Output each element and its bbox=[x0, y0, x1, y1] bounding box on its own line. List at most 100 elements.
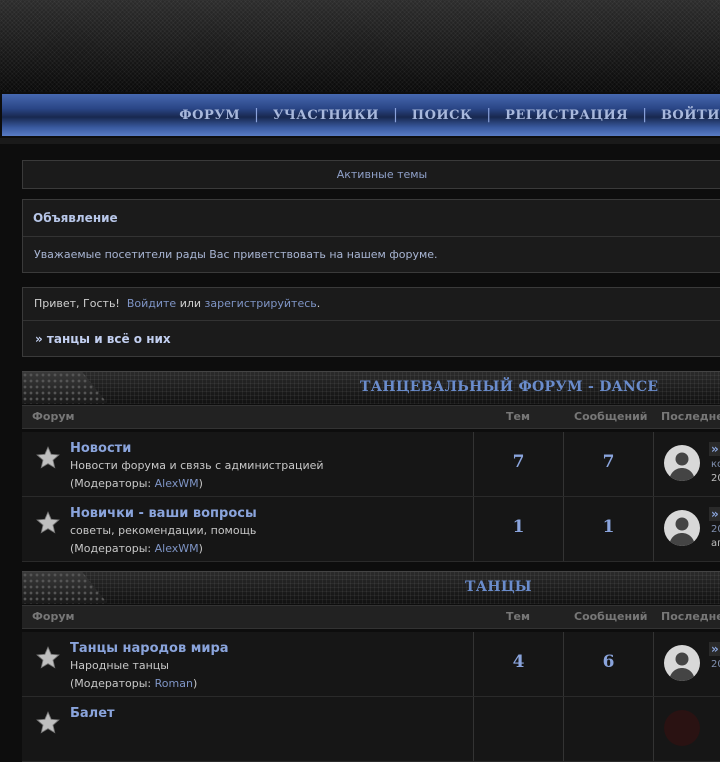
topics-count-cell bbox=[474, 697, 564, 761]
nav-register[interactable]: РЕГИСТРАЦИЯ bbox=[491, 108, 642, 123]
star-icon bbox=[36, 446, 60, 469]
forum-row: Танцы народов мира Народные танцы (Модер… bbox=[22, 632, 720, 697]
divider bbox=[23, 236, 720, 237]
breadcrumb[interactable]: » танцы и всё о них bbox=[35, 332, 171, 346]
col-topics: Тем bbox=[506, 410, 530, 423]
announcement-title: Объявление bbox=[33, 211, 118, 225]
star-icon bbox=[36, 646, 60, 669]
nav-forum[interactable]: ФОРУМ bbox=[165, 108, 254, 123]
forum-title[interactable]: Балет bbox=[70, 706, 115, 721]
forum-description: Народные танцы bbox=[70, 659, 169, 672]
col-topics: Тем bbox=[506, 610, 530, 623]
posts-count: 6 bbox=[602, 652, 615, 672]
announcement-text: Уважаемые посетители рады Вас приветство… bbox=[34, 248, 438, 261]
topics-count: 1 bbox=[512, 517, 525, 537]
active-topics-link[interactable]: Активные темы bbox=[337, 168, 428, 181]
star-icon bbox=[36, 711, 60, 734]
avatar[interactable] bbox=[664, 445, 700, 481]
announcement-box: Объявление Уважаемые посетители рады Вас… bbox=[22, 199, 720, 273]
moderators-close: ) bbox=[198, 542, 203, 555]
forum-info: Балет bbox=[22, 697, 474, 761]
posts-count: 1 bbox=[602, 517, 615, 537]
moderators-label: (Модераторы: bbox=[70, 542, 155, 555]
greeting-box: Привет, Гость! Войдите или зарегистрируй… bbox=[22, 287, 720, 357]
category-header: ТАНЦЫ bbox=[22, 571, 720, 604]
posts-count-cell: 1 bbox=[564, 497, 654, 561]
forum-row: Новички - ваши вопросы советы, рекоменда… bbox=[22, 497, 720, 562]
posts-count-cell bbox=[564, 697, 654, 761]
column-headers: Форум Тем Сообщений Последнее bbox=[22, 405, 720, 429]
last-post-link[interactable]: » bbox=[709, 442, 720, 456]
last-post-date: 20 bbox=[711, 524, 720, 535]
col-forum: Форум bbox=[32, 610, 75, 623]
last-post-date: 20 bbox=[711, 659, 720, 670]
forum-info: Танцы народов мира Народные танцы (Модер… bbox=[22, 632, 474, 696]
moderator-link[interactable]: AlexWM bbox=[155, 477, 199, 490]
user-silhouette-icon bbox=[669, 452, 695, 481]
col-last: Последнее bbox=[661, 410, 720, 423]
avatar[interactable] bbox=[664, 510, 700, 546]
topics-count-cell: 7 bbox=[474, 432, 564, 496]
user-silhouette-icon bbox=[669, 652, 695, 681]
topics-count: 4 bbox=[512, 652, 525, 672]
last-post-author[interactable]: ап bbox=[711, 538, 720, 549]
col-forum: Форум bbox=[32, 410, 75, 423]
posts-count-cell: 7 bbox=[564, 432, 654, 496]
forum-description: Новости форума и связь с администрацией bbox=[70, 459, 324, 472]
col-posts: Сообщений bbox=[574, 610, 648, 623]
greeting-prefix: Привет, Гость! bbox=[34, 297, 120, 310]
moderators-close: ) bbox=[192, 677, 198, 690]
greeting-or: или bbox=[179, 297, 202, 310]
forum-row: Балет bbox=[22, 697, 720, 762]
moderators-label: (Модераторы: bbox=[70, 677, 155, 690]
category-title[interactable]: ТАНЦЕВАЛЬНЫЙ ФОРУМ - DANCE bbox=[360, 379, 658, 395]
moderator-link[interactable]: AlexWM bbox=[155, 542, 199, 555]
last-post-cell: » 20 bbox=[654, 632, 720, 696]
last-post-link[interactable]: » bbox=[709, 642, 720, 656]
hex-pattern-decoration bbox=[22, 372, 108, 404]
greeting-text: Привет, Гость! Войдите или зарегистрируй… bbox=[34, 297, 320, 310]
moderator-link[interactable]: Roman bbox=[155, 677, 193, 690]
topics-count: 7 bbox=[512, 452, 525, 472]
forum-moderators: (Модераторы: Roman) bbox=[70, 677, 197, 690]
topics-count-cell: 1 bbox=[474, 497, 564, 561]
site-header-banner bbox=[0, 0, 720, 92]
active-topics-bar: Активные темы bbox=[22, 160, 720, 189]
avatar[interactable] bbox=[664, 710, 700, 746]
forum-info: Новички - ваши вопросы советы, рекоменда… bbox=[22, 497, 474, 561]
star-icon bbox=[36, 511, 60, 534]
posts-count: 7 bbox=[602, 452, 615, 472]
forum-title[interactable]: Танцы народов мира bbox=[70, 641, 229, 656]
topics-count-cell: 4 bbox=[474, 632, 564, 696]
main-navigation: ФОРУМ | УЧАСТНИКИ | ПОИСК | РЕГИСТРАЦИЯ … bbox=[2, 94, 720, 136]
last-post-cell: » ко 20 bbox=[654, 432, 720, 496]
avatar[interactable] bbox=[664, 645, 700, 681]
forum-description: советы, рекомендации, помощь bbox=[70, 524, 257, 537]
nav-search[interactable]: ПОИСК bbox=[398, 108, 487, 123]
register-link[interactable]: зарегистрируйтесь bbox=[205, 297, 317, 310]
last-post-cell bbox=[654, 697, 720, 761]
nav-members[interactable]: УЧАСТНИКИ bbox=[259, 108, 393, 123]
login-link[interactable]: Войдите bbox=[127, 297, 176, 310]
hex-pattern-decoration bbox=[22, 572, 108, 604]
divider bbox=[23, 320, 720, 321]
forum-title[interactable]: Новички - ваши вопросы bbox=[70, 506, 257, 521]
last-post-link[interactable]: » bbox=[709, 507, 720, 521]
forum-moderators: (Модераторы: AlexWM) bbox=[70, 542, 203, 555]
posts-count-cell: 6 bbox=[564, 632, 654, 696]
category-title[interactable]: ТАНЦЫ bbox=[465, 579, 532, 595]
nav-login[interactable]: ВОЙТИ bbox=[647, 108, 720, 123]
last-post-cell: » 20 ап bbox=[654, 497, 720, 561]
last-post-author[interactable]: ко bbox=[711, 459, 720, 470]
forum-moderators: (Модераторы: AlexWM) bbox=[70, 477, 203, 490]
forum-row: Новости Новости форума и связь с админис… bbox=[22, 432, 720, 497]
forum-title[interactable]: Новости bbox=[70, 441, 131, 456]
col-posts: Сообщений bbox=[574, 410, 648, 423]
moderators-close: ) bbox=[198, 477, 203, 490]
column-headers: Форум Тем Сообщений Последнее bbox=[22, 605, 720, 629]
forum-info: Новости Новости форума и связь с админис… bbox=[22, 432, 474, 496]
greeting-period: . bbox=[316, 297, 321, 310]
user-silhouette-icon bbox=[669, 517, 695, 546]
last-post-date: 20 bbox=[711, 473, 720, 484]
category-header: ТАНЦЕВАЛЬНЫЙ ФОРУМ - DANCE bbox=[22, 371, 720, 404]
